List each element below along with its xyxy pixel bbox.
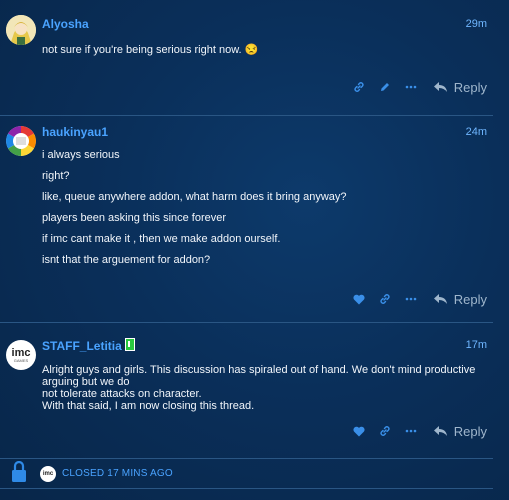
link-icon[interactable] — [346, 77, 372, 97]
imc-logo-text: imc — [11, 346, 31, 359]
post-text: players been asking this since forever — [42, 212, 227, 224]
username-row: STAFF_Letitia — [42, 338, 135, 353]
divider — [0, 458, 493, 459]
username[interactable]: Alyosha — [42, 17, 89, 31]
link-icon[interactable] — [372, 289, 398, 309]
reply-icon — [433, 293, 447, 304]
reply-button[interactable]: Reply — [433, 291, 487, 307]
post-text: if imc cant make it , then we make addon… — [42, 233, 281, 245]
post-time[interactable]: 24m — [466, 126, 487, 138]
staff-shield-icon — [124, 338, 135, 351]
post-text: like, queue anywhere addon, what harm do… — [42, 191, 347, 203]
imc-logo-sub: GAMES — [13, 357, 29, 363]
post-time[interactable]: 29m — [466, 18, 487, 30]
more-icon[interactable] — [398, 421, 424, 441]
heart-icon[interactable] — [346, 289, 372, 309]
reply-icon — [433, 81, 447, 92]
divider — [0, 488, 493, 489]
post-staff-letitia: imc GAMES STAFF_Letitia 17m Alright guys… — [0, 323, 509, 457]
username[interactable]: haukinyau1 — [42, 125, 108, 139]
post-haukinyau1: haukinyau1 24m i always serious right? l… — [0, 116, 509, 321]
post-text: right? — [42, 170, 70, 182]
post-text: not sure if you're being serious right n… — [42, 44, 259, 56]
lock-icon — [11, 460, 27, 488]
post-text: i always serious — [42, 149, 120, 161]
reply-button[interactable]: Reply — [433, 79, 487, 95]
username[interactable]: STAFF_Letitia — [42, 339, 122, 353]
reply-icon — [433, 425, 447, 436]
post-text: With that said, I am now closing this th… — [42, 400, 255, 412]
post-time[interactable]: 17m — [466, 339, 487, 351]
more-icon[interactable] — [398, 289, 424, 309]
closed-notice: CLOSED 17 MINS AGO — [62, 468, 173, 479]
heart-icon[interactable] — [346, 421, 372, 441]
post-text: Alright guys and girls. This discussion … — [42, 364, 476, 388]
link-icon[interactable] — [372, 421, 398, 441]
post-alyosha: Alyosha 29m not sure if you're being ser… — [0, 0, 509, 115]
avatar[interactable] — [6, 15, 36, 45]
reply-label: Reply — [453, 291, 487, 307]
reply-label: Reply — [453, 423, 487, 439]
more-icon[interactable] — [398, 77, 424, 97]
imc-logo-text: imc — [42, 471, 54, 477]
reply-button[interactable]: Reply — [433, 423, 487, 439]
pencil-icon[interactable] — [372, 77, 398, 97]
avatar[interactable]: imc GAMES — [6, 340, 36, 370]
post-text: not tolerate attacks on character. — [42, 388, 202, 400]
avatar[interactable]: imc — [40, 466, 56, 482]
reply-label: Reply — [453, 79, 487, 95]
post-text: isnt that the arguement for addon? — [42, 254, 211, 266]
avatar[interactable] — [6, 126, 36, 156]
